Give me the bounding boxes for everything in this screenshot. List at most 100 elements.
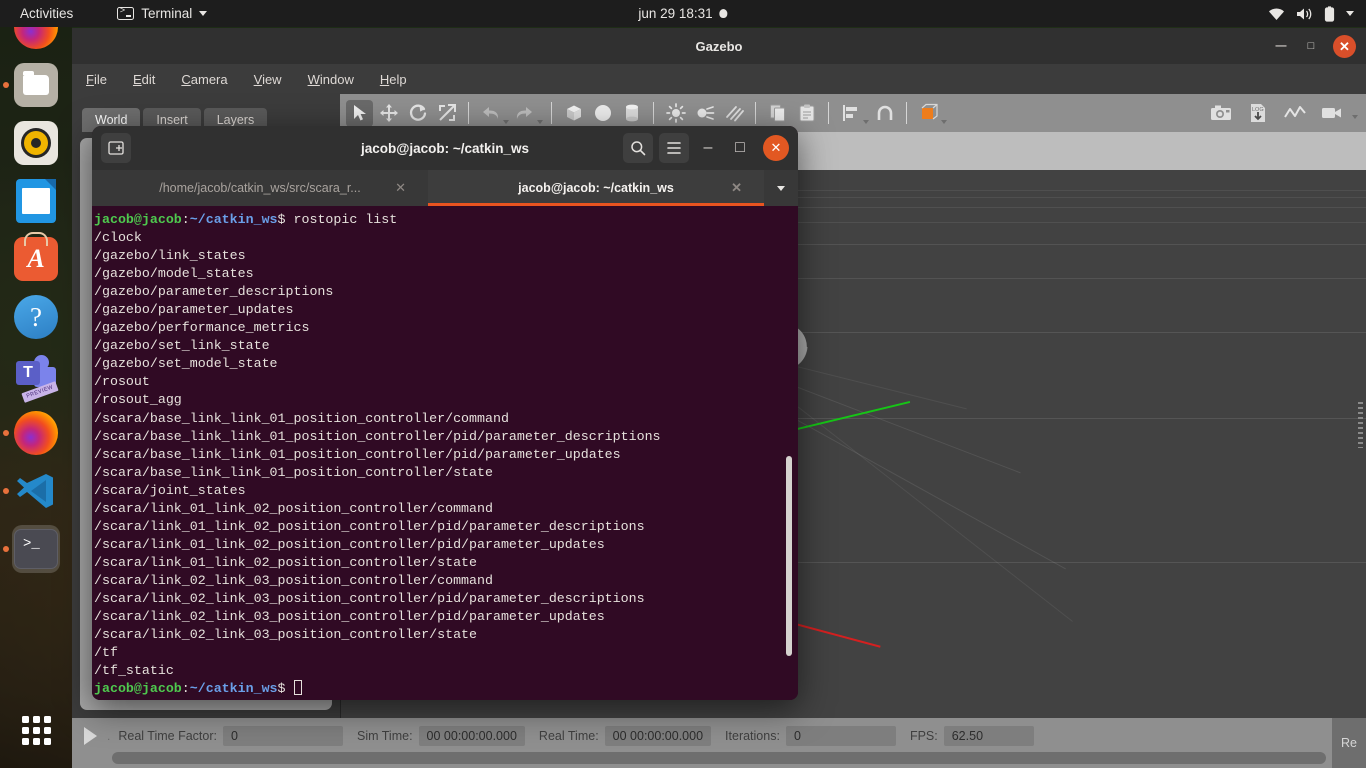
view-angle-dropdown-caret[interactable] (941, 120, 947, 124)
align-icon[interactable] (837, 100, 864, 127)
iterations-value: 0 (785, 725, 896, 746)
show-applications-icon (21, 715, 51, 745)
gazebo-maximize-button[interactable]: □ (1303, 38, 1319, 54)
undo-dropdown-caret[interactable] (503, 120, 509, 124)
close-icon[interactable]: ✕ (763, 135, 789, 161)
plot-icon[interactable] (1281, 100, 1308, 127)
volume-icon (1296, 7, 1313, 21)
terminal-scrollbar[interactable] (786, 456, 792, 656)
show-applications-button[interactable] (12, 706, 60, 754)
menu-view[interactable]: View (254, 72, 282, 87)
status-separator-dot: . (107, 728, 111, 743)
fps-value: 62.50 (943, 725, 1034, 746)
desktop-screen: Gazebo — □ ✕ File Edit Camera View Windo… (0, 0, 1366, 768)
snap-icon[interactable] (871, 100, 898, 127)
writer-icon (16, 179, 56, 223)
chevron-down-icon[interactable] (764, 170, 798, 206)
redo-icon[interactable] (511, 100, 538, 127)
screenshot-icon[interactable] (1207, 100, 1234, 127)
system-tray[interactable] (1268, 5, 1354, 22)
gazebo-close-button[interactable]: ✕ (1333, 34, 1356, 58)
terminal-tab-2[interactable]: jacob@jacob: ~/catkin_ws ✕ (428, 170, 764, 206)
translate-icon[interactable] (375, 100, 402, 127)
play-icon[interactable] (84, 726, 97, 745)
real-time-value: 00 00:00:00.000 (604, 725, 712, 746)
dock-item-rhythmbox[interactable] (12, 119, 60, 167)
app-menu-label: Terminal (141, 6, 193, 21)
app-menu-button[interactable]: Terminal (111, 4, 213, 23)
terminal-window: jacob@jacob: ~/catkin_ws – □ ✕ /home/jac… (92, 126, 798, 700)
dock-item-help[interactable]: ? (12, 293, 60, 341)
new-tab-icon[interactable] (101, 133, 131, 163)
menu-edit[interactable]: Edit (133, 72, 155, 87)
toolbar-divider (755, 102, 756, 124)
toolbar-divider (906, 102, 907, 124)
hamburger-menu-icon[interactable] (659, 133, 689, 163)
clock-label: jun 29 18:31 (638, 6, 713, 21)
close-tab-2-icon[interactable]: ✕ (731, 180, 742, 196)
fps-label: FPS: (909, 728, 938, 743)
gazebo-minimize-button[interactable]: — (1273, 38, 1289, 54)
dock-item-microsoft-teams[interactable]: T PREVIEW (12, 351, 60, 403)
vscode-icon (15, 470, 57, 512)
scene-scrollbar[interactable] (1358, 401, 1363, 448)
view-angle-icon[interactable] (915, 100, 942, 127)
real-time-factor-label: Real Time Factor: (118, 728, 217, 743)
rotate-icon[interactable] (404, 100, 431, 127)
redo-dropdown-caret[interactable] (537, 120, 543, 124)
terminal-body[interactable]: jacob@jacob:~/catkin_ws$ rostopic list /… (92, 206, 798, 700)
sim-time-value: 00 00:00:00.000 (418, 725, 525, 746)
firefox-icon (14, 411, 58, 455)
battery-icon (1324, 5, 1335, 22)
align-dropdown-caret[interactable] (863, 120, 869, 124)
clock-button[interactable]: jun 29 18:31 (638, 6, 728, 21)
directional-light-icon[interactable] (720, 100, 747, 127)
spot-light-icon[interactable] (691, 100, 718, 127)
sim-time-label: Sim Time: (356, 728, 413, 743)
point-light-icon[interactable] (662, 100, 689, 127)
menu-help[interactable]: Help (380, 72, 407, 87)
toolbar-divider (468, 102, 469, 124)
scale-icon[interactable] (433, 100, 460, 127)
gazebo-window-controls: — □ ✕ (1273, 34, 1356, 58)
files-icon (14, 63, 58, 107)
dock-item-ubuntu-software[interactable]: A (12, 232, 60, 283)
terminal-tab-1[interactable]: /home/jacob/catkin_ws/src/scara_r... ✕ (92, 170, 428, 206)
maximize-icon[interactable]: □ (727, 135, 753, 161)
menu-file[interactable]: File (86, 72, 107, 87)
ubuntu-dock: A ? T PREVIEW >_ (0, 5, 72, 768)
dock-item-files[interactable] (12, 61, 60, 109)
gazebo-status-progress[interactable] (112, 751, 1326, 764)
box-icon[interactable] (560, 100, 587, 127)
copy-icon[interactable] (764, 100, 791, 127)
close-tab-1-icon[interactable]: ✕ (395, 180, 406, 196)
terminal-output: jacob@jacob:~/catkin_ws$ rostopic list /… (94, 212, 661, 697)
terminal-titlebar[interactable]: jacob@jacob: ~/catkin_ws – □ ✕ (92, 126, 798, 170)
search-icon[interactable] (623, 133, 653, 163)
terminal-icon (117, 6, 135, 20)
sphere-icon[interactable] (589, 100, 616, 127)
menu-window[interactable]: Window (308, 72, 354, 87)
gazebo-titlebar[interactable]: Gazebo — □ ✕ (72, 28, 1366, 64)
paste-icon[interactable] (793, 100, 820, 127)
dock-item-firefox[interactable] (12, 409, 60, 457)
real-time-factor-value: 0 (222, 725, 343, 746)
gnome-top-bar: Activities Terminal jun 29 18:31 (0, 0, 1366, 27)
dock-item-libreoffice-writer[interactable] (12, 177, 60, 225)
log-save-icon[interactable]: LOG (1244, 100, 1271, 127)
menu-camera[interactable]: Camera (181, 72, 227, 87)
video-dropdown-caret[interactable] (1352, 114, 1358, 119)
gazebo-reset-button[interactable]: Re (1332, 718, 1366, 768)
cylinder-icon[interactable] (618, 100, 645, 127)
minimize-icon[interactable]: – (695, 135, 721, 161)
gazebo-window-title: Gazebo (695, 38, 743, 54)
video-record-icon[interactable] (1318, 100, 1345, 127)
terminal-tab-2-label: jacob@jacob: ~/catkin_ws (518, 181, 674, 195)
rhythmbox-icon (14, 121, 58, 165)
dock-item-terminal[interactable]: >_ (12, 525, 60, 573)
iterations-label: Iterations: (725, 728, 780, 743)
dock-item-vscode[interactable] (12, 467, 60, 515)
activities-button[interactable]: Activities (12, 4, 81, 23)
select-arrow-icon[interactable] (346, 99, 373, 127)
undo-icon[interactable] (477, 100, 504, 127)
